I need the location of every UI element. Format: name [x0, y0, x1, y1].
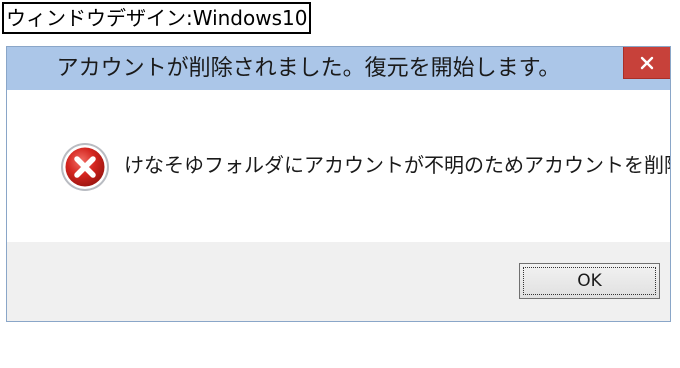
dialog-content: けなそゆフォルダにアカウントが不明のためアカウントを削除します: [7, 90, 670, 242]
ok-button-label: OK: [523, 267, 656, 295]
caption-label: ウィンドウデザイン:Windows10: [2, 2, 312, 34]
title-bar[interactable]: アカウントが削除されました。復元を開始します。: [7, 47, 670, 90]
error-message: けなそゆフォルダにアカウントが不明のためアカウントを削除します: [124, 153, 670, 177]
close-icon: [640, 56, 654, 69]
error-dialog: アカウントが削除されました。復元を開始します。 けなそゆフォルダにアカウントが不…: [6, 46, 671, 322]
dialog-footer: OK: [7, 242, 670, 321]
close-button[interactable]: [623, 47, 670, 79]
ok-button[interactable]: OK: [519, 263, 660, 299]
error-icon: [61, 143, 109, 191]
dialog-title: アカウントが削除されました。復元を開始します。: [56, 56, 561, 81]
